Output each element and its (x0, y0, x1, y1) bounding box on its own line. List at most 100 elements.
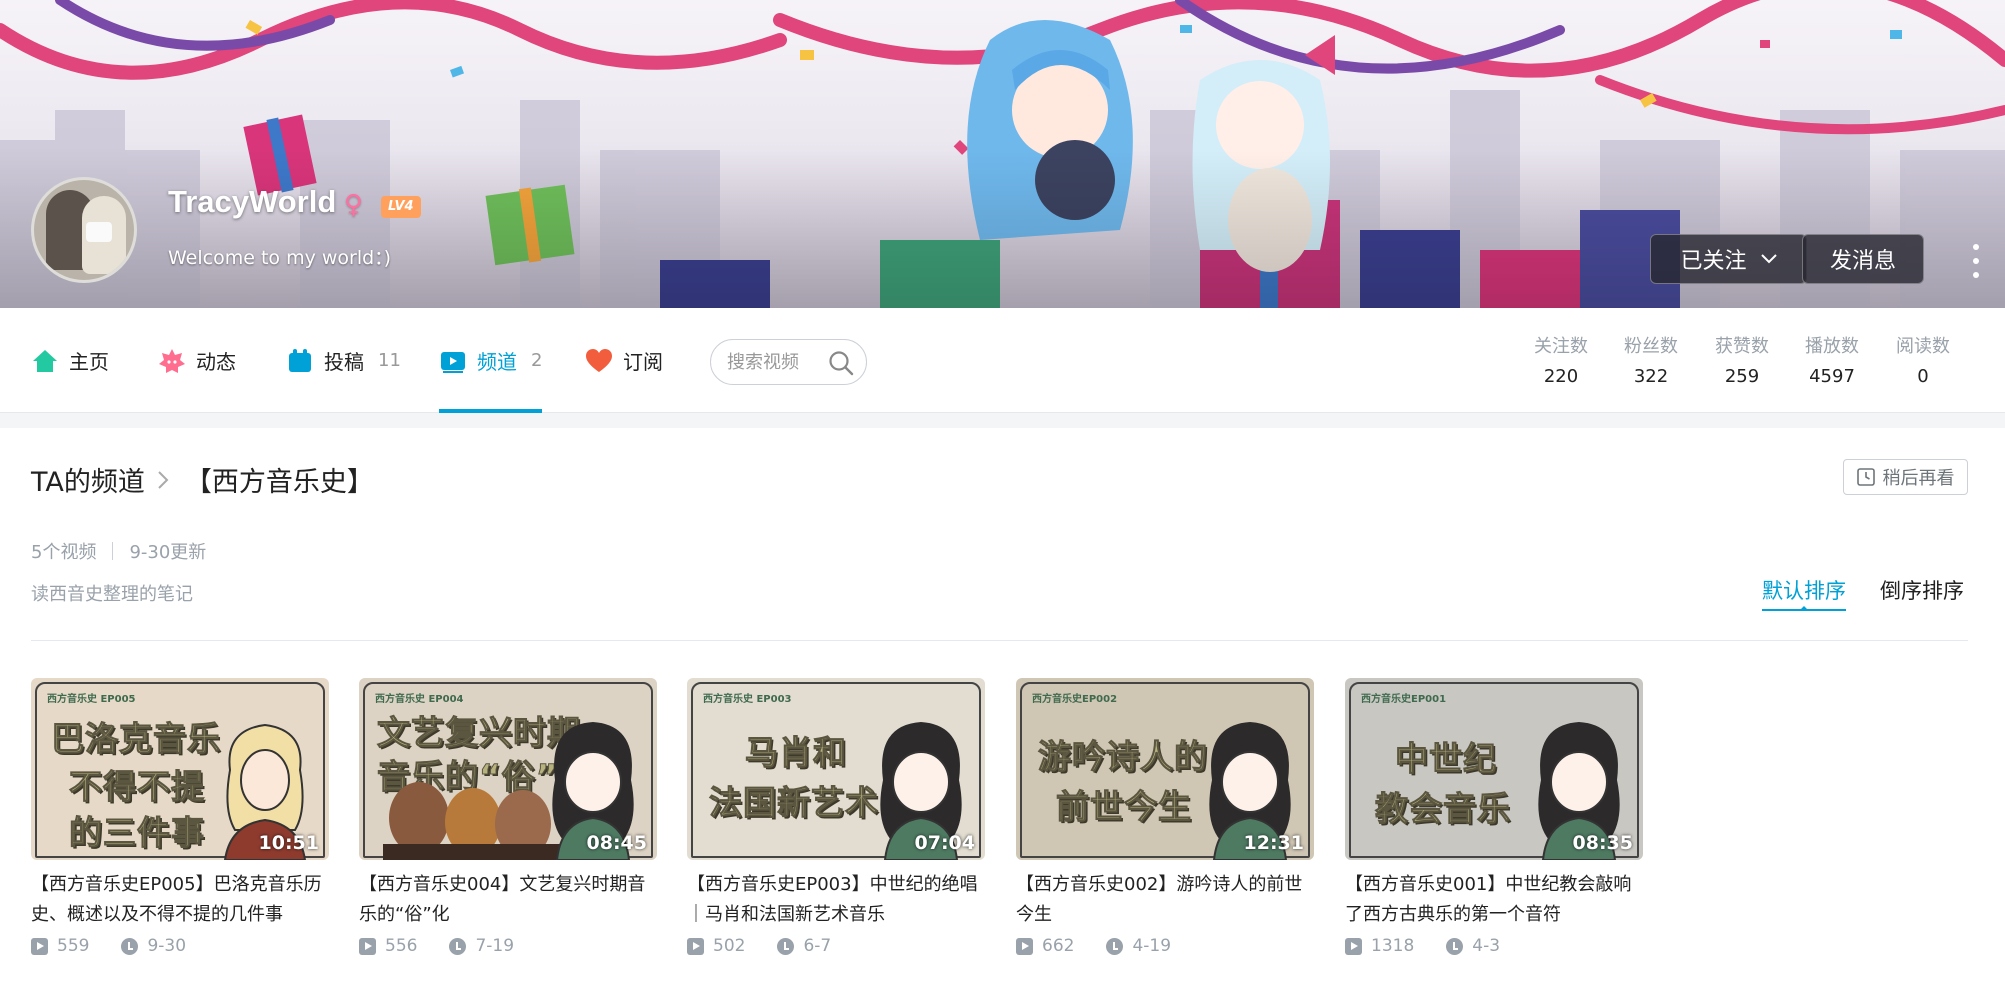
video-card: 西方音乐史 EP003 马肖和 法国新艺术 07:04 【西方音乐史EP003】… (687, 678, 985, 956)
profile-nav-bar: 主页 动态 投稿 11 频道 2 订阅 搜索视频 关注数 220 粉丝数 322… (0, 308, 2005, 413)
video-stats: 662 4-19 (1016, 936, 1314, 956)
play-count-icon (687, 937, 704, 955)
tab-dynamic-label: 动态 (196, 350, 236, 374)
tab-subscriptions[interactable]: 订阅 (585, 308, 663, 413)
thumbnail-text-line: 游吟诗人的 (1038, 737, 1208, 777)
video-card: 西方音乐史 EP004 文艺复兴时期 音乐的“俗”化 08:45 【西方音乐史0… (359, 678, 657, 956)
stat-likes: 获赞数 259 (1702, 332, 1782, 387)
stat-likes-value: 259 (1724, 366, 1760, 387)
video-thumbnail[interactable]: 西方音乐史 EP003 马肖和 法国新艺术 07:04 (687, 678, 985, 860)
channel-description: 读西音史整理的笔记 (31, 584, 193, 605)
video-stats: 1318 4-3 (1345, 936, 1643, 956)
heart-icon (586, 348, 612, 372)
publish-date: 4-3 (1472, 936, 1501, 956)
user-name: TracyWorld (168, 184, 337, 219)
meta-divider (112, 542, 114, 560)
video-card: 西方音乐史 EP005 巴洛克音乐 不得不提 的三件事 10:51 【西方音乐史… (31, 678, 329, 956)
stat-following[interactable]: 关注数 220 (1521, 332, 1601, 387)
tab-channel-count: 2 (531, 350, 543, 371)
play-count: 1318 (1371, 936, 1415, 956)
video-duration: 08:45 (586, 832, 647, 854)
video-title[interactable]: 【西方音乐史EP005】巴洛克音乐历史、概述以及不得不提的几件事 (31, 870, 329, 930)
thumbnail-text-line: 教会音乐 (1375, 789, 1511, 829)
search-icon[interactable] (828, 350, 854, 376)
home-icon (33, 349, 57, 372)
thumbnail-tag: 西方音乐史EP001 (1361, 694, 1447, 705)
publish-date: 7-19 (475, 936, 515, 956)
play-count: 559 (57, 936, 90, 956)
tab-home-label: 主页 (69, 350, 109, 374)
chevron-right-icon (158, 470, 169, 489)
channel-panel: TA的频道 【西方音乐史】 稍后再看 5个视频 9-30更新 读西音史整理的笔记… (0, 428, 2005, 1007)
thumbnail-tag: 西方音乐史 EP005 (47, 694, 136, 705)
thumbnail-tag: 西方音乐史 EP003 (703, 694, 792, 705)
channel-icon (441, 351, 465, 373)
play-count-icon (359, 937, 376, 955)
tab-channel[interactable]: 频道 2 (439, 308, 543, 413)
video-title[interactable]: 【西方音乐史EP003】中世纪的绝唱｜马肖和法国新艺术音乐 (687, 870, 985, 930)
video-title[interactable]: 【西方音乐史002】游吟诗人的前世今生 (1016, 870, 1314, 930)
tab-channel-label: 频道 (477, 350, 517, 374)
search-input[interactable] (727, 351, 827, 373)
play-count-icon (1016, 937, 1033, 955)
play-count: 556 (385, 936, 418, 956)
tab-uploads[interactable]: 投稿 11 (286, 308, 401, 413)
video-stats: 559 9-30 (31, 936, 329, 956)
video-thumbnail[interactable]: 西方音乐史EP002 游吟诗人的 前世今生 12:31 (1016, 678, 1314, 860)
publish-date: 4-19 (1132, 936, 1172, 956)
video-search-box[interactable] (710, 339, 867, 385)
channel-meta: 5个视频 9-30更新 (31, 538, 206, 564)
more-menu-icon[interactable] (1966, 244, 1986, 278)
follow-status-button[interactable]: 已关注 (1650, 234, 1807, 284)
breadcrumb-root[interactable]: TA的频道 (31, 460, 145, 499)
tab-uploads-count: 11 (378, 350, 401, 371)
video-duration: 07:04 (914, 832, 975, 854)
publish-date: 6-7 (803, 936, 832, 956)
user-avatar[interactable] (31, 177, 137, 283)
profile-banner: TracyWorld ♀ LV4 Welcome to my world：) 已… (0, 0, 2005, 308)
watch-later-button[interactable]: 稍后再看 (1843, 459, 1968, 495)
video-stats: 556 7-19 (359, 936, 657, 956)
thumbnail-text-line: 法国新艺术 (709, 783, 879, 823)
stat-likes-label: 获赞数 (1715, 336, 1769, 357)
stat-following-label: 关注数 (1534, 336, 1588, 357)
video-thumbnail[interactable]: 西方音乐史EP001 中世纪 教会音乐 08:35 (1345, 678, 1643, 860)
video-thumbnail[interactable]: 西方音乐史 EP005 巴洛克音乐 不得不提 的三件事 10:51 (31, 678, 329, 860)
stat-followers-label: 粉丝数 (1624, 336, 1678, 357)
breadcrumb: TA的频道 【西方音乐史】 (31, 460, 374, 499)
publish-date-icon (777, 937, 795, 955)
stat-plays: 播放数 4597 (1792, 332, 1872, 387)
tab-dynamic[interactable]: 动态 (158, 308, 236, 413)
female-gender-icon: ♀ (344, 190, 364, 220)
follow-label: 已关注 (1680, 249, 1747, 274)
upload-icon (289, 348, 311, 372)
stat-followers[interactable]: 粉丝数 322 (1611, 332, 1691, 387)
video-stats: 502 6-7 (687, 936, 985, 956)
thumbnail-text-line: 马肖和 (745, 733, 847, 773)
dynamic-icon (159, 348, 185, 373)
play-count: 662 (1042, 936, 1075, 956)
send-message-button[interactable]: 发消息 (1802, 234, 1924, 284)
video-duration: 10:51 (258, 832, 319, 854)
video-title[interactable]: 【西方音乐史004】文艺复兴时期音乐的“俗”化 (359, 870, 657, 930)
avatar-phone (86, 222, 112, 242)
thumbnail-text-line: 的三件事 (69, 813, 205, 853)
stat-following-value: 220 (1543, 366, 1579, 387)
thumbnail-tag: 西方音乐史 EP004 (375, 694, 464, 705)
stat-reads-value: 0 (1917, 366, 1929, 387)
video-count: 5个视频 (31, 542, 97, 563)
tab-home[interactable]: 主页 (31, 308, 109, 413)
sort-default-tab[interactable]: 默认排序 (1762, 575, 1846, 611)
watch-later-label: 稍后再看 (1882, 468, 1955, 489)
video-thumbnail[interactable]: 西方音乐史 EP004 文艺复兴时期 音乐的“俗”化 08:45 (359, 678, 657, 860)
tab-uploads-label: 投稿 (324, 350, 364, 374)
publish-date-icon (449, 937, 467, 955)
publish-date-icon (1106, 937, 1124, 955)
video-duration: 12:31 (1243, 832, 1304, 854)
channel-title: 【西方音乐史】 (184, 467, 374, 498)
sort-reverse-tab[interactable]: 倒序排序 (1880, 575, 1964, 605)
play-count-icon (1345, 937, 1362, 955)
video-duration: 08:35 (1572, 832, 1633, 854)
video-title[interactable]: 【西方音乐史001】中世纪教会敲响了西方古典乐的第一个音符 (1345, 870, 1643, 930)
video-card: 西方音乐史EP002 游吟诗人的 前世今生 12:31 【西方音乐史002】游吟… (1016, 678, 1314, 956)
